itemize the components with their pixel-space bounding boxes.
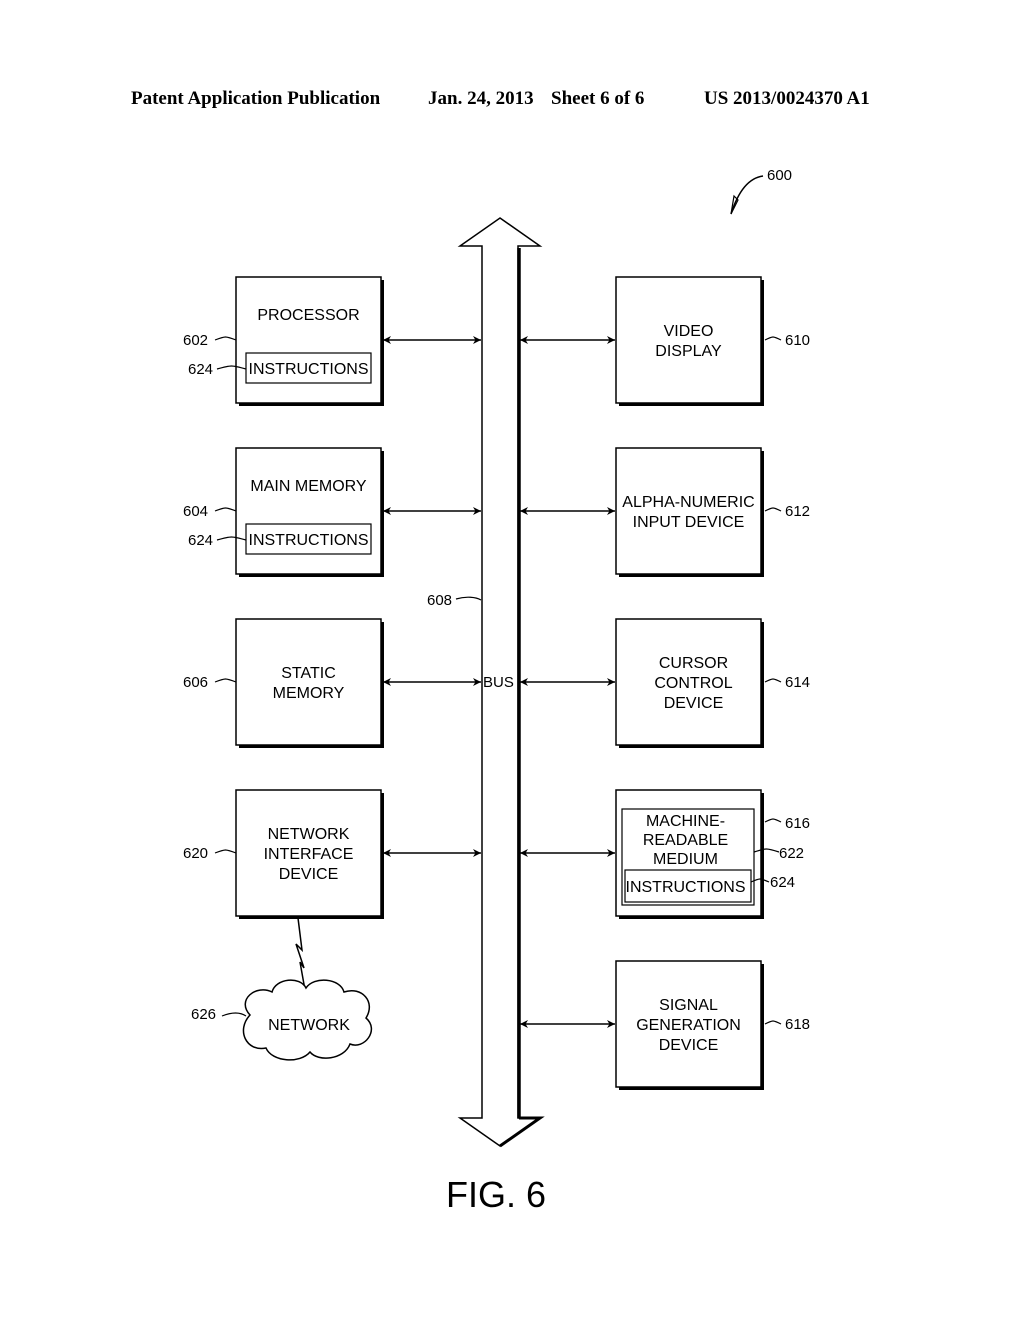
block-main-memory: MAIN MEMORY INSTRUCTIONS 624 604 <box>183 447 481 577</box>
drive-unit-medium-label: MEDIUM <box>653 851 718 868</box>
bus-ref: 608 <box>427 592 452 609</box>
drive-unit-instructions-ref: 624 <box>770 874 795 891</box>
main-memory-ref-leader <box>214 507 237 512</box>
network-interface-ref: 620 <box>183 845 208 862</box>
static-memory-box <box>235 618 382 746</box>
figure-ref-600: 600 <box>730 167 792 215</box>
network-interface-label-line: NETWORK <box>268 826 350 843</box>
processor-ref: 602 <box>183 332 208 349</box>
processor-ref-leader <box>214 336 237 341</box>
figure-ref-label: 600 <box>767 167 792 184</box>
network-ref: 626 <box>191 1006 216 1023</box>
video-display-ref: 610 <box>785 332 810 349</box>
drive-unit-medium-label: MACHINE- <box>646 813 725 830</box>
signal-generation-label-line: DEVICE <box>659 1037 719 1054</box>
static-memory-label-line: MEMORY <box>273 685 345 702</box>
block-processor: PROCESSOR INSTRUCTIONS 624 602 <box>183 276 481 406</box>
cursor-control-ref: 614 <box>785 674 810 691</box>
cursor-control-ref-leader <box>764 678 782 683</box>
signal-generation-label-line: GENERATION <box>636 1017 741 1034</box>
block-video-display: VIDEO DISPLAY 610 <box>520 276 810 406</box>
cursor-control-label-line: DEVICE <box>664 695 724 712</box>
drive-unit-instructions-label: INSTRUCTIONS <box>626 879 746 896</box>
alpha-numeric-input-label-line: INPUT DEVICE <box>633 514 745 531</box>
network-link <box>295 917 306 991</box>
video-display-label-line: VIDEO <box>664 323 714 340</box>
block-static-memory: STATIC MEMORY 606 <box>183 618 481 748</box>
main-memory-box <box>235 447 382 575</box>
network-interface-label-line: DEVICE <box>279 866 339 883</box>
block-alpha-numeric-input: ALPHA-NUMERIC INPUT DEVICE 612 <box>520 447 810 577</box>
video-display-ref-leader <box>764 336 782 341</box>
block-drive-unit: DRIVE UNITMACHINE-READABLEMEDIUMINSTRUCT… <box>520 789 810 919</box>
network-interface-label-line: INTERFACE <box>264 846 354 863</box>
main-memory-ref: 604 <box>183 503 208 520</box>
network-ref-leader <box>221 1012 247 1017</box>
block-network-interface: NETWORK INTERFACE DEVICE 620 <box>183 789 481 919</box>
drive-unit-ref-leader <box>764 818 782 823</box>
video-display-label-line: DISPLAY <box>655 343 722 360</box>
static-memory-label-line: STATIC <box>281 665 336 682</box>
right-blocks: VIDEO DISPLAY 610 ALPHA-NUMERIC INPUT DEVICE… <box>520 276 810 1090</box>
figure-caption: FIG. 6 <box>446 1174 546 1215</box>
cursor-control-label-line: CURSOR <box>659 655 728 672</box>
processor-box <box>235 276 382 404</box>
signal-generation-ref: 618 <box>785 1016 810 1033</box>
signal-generation-label-line: SIGNAL <box>659 997 718 1014</box>
main-memory-instructions-label: INSTRUCTIONS <box>249 532 369 549</box>
drive-unit-medium-ref: 622 <box>779 845 804 862</box>
alpha-numeric-input-label-line: ALPHA-NUMERIC <box>622 494 754 511</box>
bus-ref-leader <box>455 596 482 601</box>
drive-unit-ref: 616 <box>785 815 810 832</box>
static-memory-ref: 606 <box>183 674 208 691</box>
cursor-control-label-line: CONTROL <box>654 675 732 692</box>
signal-generation-ref-leader <box>764 1020 782 1025</box>
bus-label: BUS <box>483 674 514 691</box>
processor-instructions-label: INSTRUCTIONS <box>249 361 369 378</box>
drive-unit-medium-label: READABLE <box>643 832 728 849</box>
block-cursor-control: CURSOR CONTROL DEVICE 614 <box>520 618 810 748</box>
main-memory-label: MAIN MEMORY <box>250 478 366 495</box>
alpha-numeric-input-ref-leader <box>764 507 782 512</box>
network-cloud: NETWORK 626 <box>191 979 373 1061</box>
alpha-numeric-input-ref: 612 <box>785 503 810 520</box>
alpha-numeric-input-box <box>615 447 762 575</box>
static-memory-ref-leader <box>214 678 237 683</box>
network-interface-ref-leader <box>214 849 237 854</box>
main-memory-instructions-ref: 624 <box>188 532 213 549</box>
video-display-box <box>615 276 762 404</box>
block-signal-generation: SIGNAL GENERATION DEVICE 618 <box>520 960 810 1090</box>
network-label: NETWORK <box>268 1017 350 1034</box>
processor-label: PROCESSOR <box>257 307 359 324</box>
lightning-icon <box>295 917 306 991</box>
block-diagram: 600 BUS 608 PROCESSOR INSTRUCTIONS 624 602 M… <box>183 167 810 1215</box>
processor-instructions-ref: 624 <box>188 361 213 378</box>
